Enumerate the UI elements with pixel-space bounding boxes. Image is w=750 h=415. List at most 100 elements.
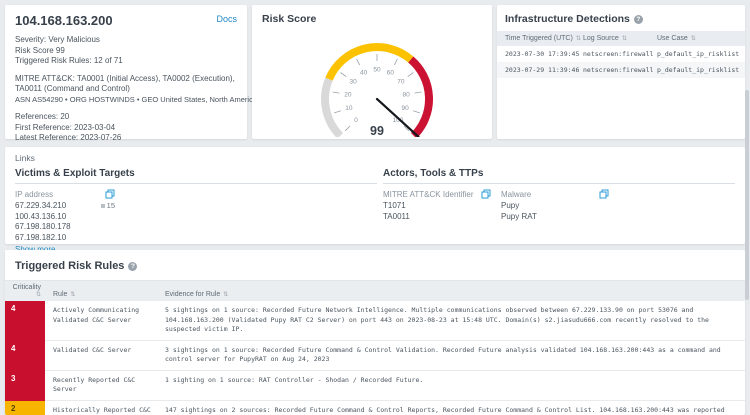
copy-icon[interactable] bbox=[599, 189, 609, 199]
mitre-identifier-value[interactable]: T1071 bbox=[383, 201, 491, 212]
criticality-badge: 2 bbox=[5, 401, 45, 415]
table-cell: 2023-07-29 11:39:46 bbox=[497, 66, 583, 74]
malware-value[interactable]: Pupy RAT bbox=[501, 212, 609, 223]
latest-reference-line: Latest Reference: 2023-07-26 bbox=[15, 133, 237, 144]
gauge-tick-label: 30 bbox=[349, 79, 357, 86]
victims-heading: Victims & Exploit Targets bbox=[15, 168, 377, 184]
gauge-tick bbox=[333, 92, 340, 93]
gauge-tick bbox=[334, 111, 341, 113]
table-cell: 2023-07-30 17:39:45 bbox=[497, 50, 583, 58]
rule-evidence: 1 sighting on 1 source: RAT Controller -… bbox=[157, 371, 745, 401]
ip-address-value[interactable]: 67.198.182.10 bbox=[15, 233, 66, 244]
risk-score-title: Risk Score bbox=[262, 13, 482, 25]
list-item[interactable]: 100.43.136.10 bbox=[15, 212, 115, 223]
gauge-arc-segment bbox=[325, 79, 340, 136]
infra-detections-table: Time Triggered (UTC)⇅ Log Source⇅ Use Ca… bbox=[497, 31, 745, 78]
gauge-tick bbox=[394, 59, 397, 65]
actors-tools-ttps-section: Actors, Tools & TTPs MITRE ATT&CK Identi… bbox=[383, 168, 735, 254]
copy-icon[interactable] bbox=[105, 189, 115, 199]
links-card: Links Victims & Exploit Targets IP addre… bbox=[5, 147, 745, 244]
first-reference-line: First Reference: 2023-03-04 bbox=[15, 123, 237, 134]
malware-label: Malware bbox=[501, 190, 531, 199]
gauge-tick-label: 50 bbox=[373, 67, 381, 74]
rule-name: Recently Reported C&C Server bbox=[45, 371, 157, 401]
malware-list: Malware PupyPupy RAT bbox=[501, 189, 609, 222]
sort-icon: ⇅ bbox=[622, 36, 627, 42]
sort-icon: ⇅ bbox=[223, 292, 228, 298]
ip-summary-card: 104.168.163.200 Docs Severity: Very Mali… bbox=[5, 5, 247, 139]
gauge-tick bbox=[357, 59, 360, 65]
asn-geo-line: ASN AS54290 • ORG HOSTWINDS • GEO United… bbox=[15, 95, 237, 106]
rule-name: Validated C&C Server bbox=[45, 341, 157, 371]
copy-icon[interactable] bbox=[481, 189, 491, 199]
risk-score-gauge: 010203040506070809010099 bbox=[262, 25, 492, 137]
gauge-arc-segment bbox=[411, 60, 429, 136]
severity-line: Severity: Very Malicious bbox=[15, 35, 237, 46]
rule-name: Actively Communicating Validated C&C Ser… bbox=[45, 301, 157, 341]
gauge-tick-label: 90 bbox=[401, 105, 409, 112]
infra-detections-title: Infrastructure Detections bbox=[505, 13, 630, 25]
sort-icon: ⇅ bbox=[576, 36, 581, 42]
table-cell: netscreen:firewall bbox=[583, 66, 657, 74]
ip-address-value[interactable]: 100.43.136.10 bbox=[15, 212, 66, 223]
scrollbar[interactable] bbox=[745, 90, 749, 300]
gauge-tick bbox=[415, 92, 422, 93]
ip-address-list-label: IP address bbox=[15, 190, 53, 199]
column-header-time-triggered[interactable]: Time Triggered (UTC)⇅ bbox=[497, 35, 583, 42]
list-item[interactable]: 67.198.182.10 bbox=[15, 233, 115, 244]
criticality-badge: 4 bbox=[5, 301, 45, 341]
gauge-tick-label: 0 bbox=[354, 117, 358, 124]
rule-evidence: 147 sightings on 2 sources: Recorded Fut… bbox=[157, 401, 745, 415]
gauge-tick-label: 40 bbox=[360, 70, 368, 77]
sort-icon: ⇅ bbox=[691, 36, 696, 42]
column-header-use-case[interactable]: Use Case⇅ bbox=[657, 35, 745, 42]
reference-count: 15 bbox=[101, 201, 115, 212]
criticality-badge: 3 bbox=[5, 371, 45, 401]
list-item[interactable]: 67.229.34.210 15 bbox=[15, 201, 115, 212]
table-cell: p_default_ip_risklist bbox=[657, 66, 745, 74]
actors-heading: Actors, Tools & TTPs bbox=[383, 168, 735, 184]
triggered-risk-rules-card: Triggered Risk Rules? Criticality ⇅ Rule… bbox=[5, 250, 745, 415]
sort-icon: ⇅ bbox=[70, 292, 75, 298]
mitre-identifier-value[interactable]: TA0011 bbox=[383, 212, 491, 223]
column-header-evidence[interactable]: Evidence for Rule⇅ bbox=[157, 288, 745, 301]
gauge-tick-label: 80 bbox=[402, 91, 410, 98]
gauge-value: 99 bbox=[370, 124, 384, 137]
mitre-line: MITRE ATT&CK: TA0001 (Initial Access), T… bbox=[15, 74, 237, 95]
rule-name: Historically Reported C&C Server bbox=[45, 401, 157, 415]
risk-rule-row: 4Actively Communicating Validated C&C Se… bbox=[5, 301, 745, 341]
mitre-identifier-list: MITRE ATT&CK Identifier T1071TA0011 bbox=[383, 189, 491, 222]
rule-evidence: 5 sightings on 1 source: Recorded Future… bbox=[157, 301, 745, 341]
list-item[interactable]: 67.198.180.178 bbox=[15, 222, 115, 233]
gauge-tick-label: 20 bbox=[344, 91, 352, 98]
gauge-tick bbox=[341, 73, 347, 77]
sort-icon: ⇅ bbox=[8, 291, 41, 298]
references-line: References: 20 bbox=[15, 112, 237, 123]
risk-rules-table-body: 4Actively Communicating Validated C&C Se… bbox=[5, 301, 745, 415]
ip-address-value[interactable]: 67.229.34.210 bbox=[15, 201, 66, 212]
gauge-arc-segment bbox=[329, 47, 411, 79]
ip-address-value[interactable]: 67.198.180.178 bbox=[15, 222, 71, 233]
gauge-tick bbox=[345, 126, 350, 131]
table-cell: netscreen:firewall bbox=[583, 50, 657, 58]
column-header-log-source[interactable]: Log Source⇅ bbox=[583, 35, 657, 42]
gauge-tick-label: 10 bbox=[345, 105, 353, 112]
table-row: 2023-07-29 11:39:46netscreen:firewallp_d… bbox=[497, 62, 745, 78]
links-title: Links bbox=[15, 153, 735, 163]
column-header-criticality[interactable]: Criticality ⇅ bbox=[5, 281, 45, 301]
malware-value[interactable]: Pupy bbox=[501, 201, 609, 212]
gauge-tick-label: 70 bbox=[397, 79, 405, 86]
info-icon[interactable]: ? bbox=[128, 262, 137, 271]
reference-count-icon bbox=[101, 204, 105, 208]
triggered-rules-line: Triggered Risk Rules: 12 of 71 bbox=[15, 56, 237, 67]
table-row: 2023-07-30 17:39:45netscreen:firewallp_d… bbox=[497, 46, 745, 62]
rule-evidence: 3 sightings on 1 source: Recorded Future… bbox=[157, 341, 745, 371]
victims-exploit-targets-section: Victims & Exploit Targets IP address 67.… bbox=[15, 168, 377, 254]
criticality-badge: 4 bbox=[5, 341, 45, 371]
column-header-rule[interactable]: Rule⇅ bbox=[45, 288, 157, 301]
table-cell: p_default_ip_risklist bbox=[657, 50, 745, 58]
gauge-tick bbox=[413, 111, 420, 113]
mitre-identifier-label: MITRE ATT&CK Identifier bbox=[383, 190, 474, 199]
info-icon[interactable]: ? bbox=[634, 15, 643, 24]
docs-link[interactable]: Docs bbox=[216, 14, 237, 24]
